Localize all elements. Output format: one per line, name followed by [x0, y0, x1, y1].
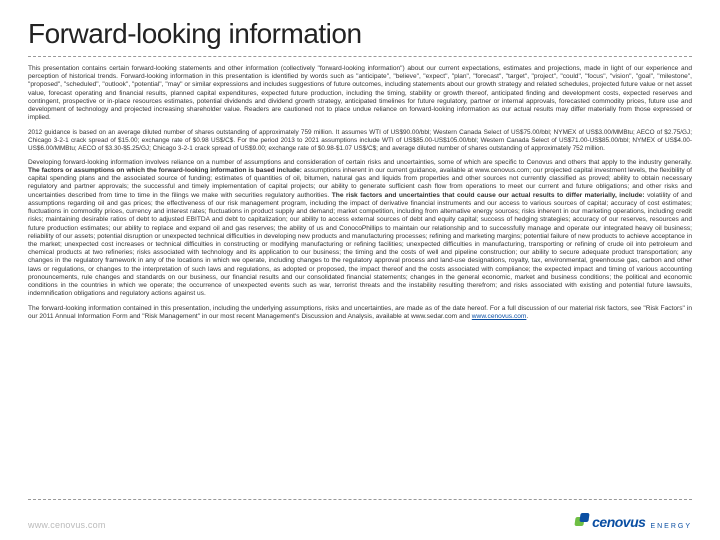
- p3-part-e: volatility of and assumptions regarding …: [28, 192, 692, 298]
- paragraph-3: Developing forward-looking information i…: [28, 159, 692, 299]
- paragraph-4: The forward-looking information containe…: [28, 305, 692, 321]
- footer-divider: [28, 499, 692, 500]
- p3-bold-2: The risk factors and uncertainties that …: [332, 192, 645, 199]
- cenovus-logo: cenovus ENERGY: [575, 513, 692, 530]
- p3-bold-1: The factors or assumptions on which the …: [28, 167, 302, 174]
- cenovus-link[interactable]: www.cenovus.com: [472, 313, 527, 320]
- page-title: Forward-looking information: [28, 18, 692, 50]
- divider: [28, 56, 692, 57]
- p4-part-a: The forward-looking information containe…: [28, 305, 692, 320]
- logo-text: cenovus: [592, 514, 645, 530]
- p3-part-a: Developing forward-looking information i…: [28, 159, 692, 166]
- body-text: This presentation contains certain forwa…: [28, 65, 692, 321]
- paragraph-2: 2012 guidance is based on an average dil…: [28, 129, 692, 153]
- p4-part-b: .: [526, 313, 528, 320]
- logo-mark-icon: [575, 513, 589, 527]
- footer-site: www.cenovus.com: [28, 520, 106, 530]
- paragraph-1: This presentation contains certain forwa…: [28, 65, 692, 123]
- footer: www.cenovus.com cenovus ENERGY: [28, 513, 692, 530]
- slide: Forward-looking information This present…: [0, 0, 720, 540]
- logo-subtext: ENERGY: [650, 523, 692, 530]
